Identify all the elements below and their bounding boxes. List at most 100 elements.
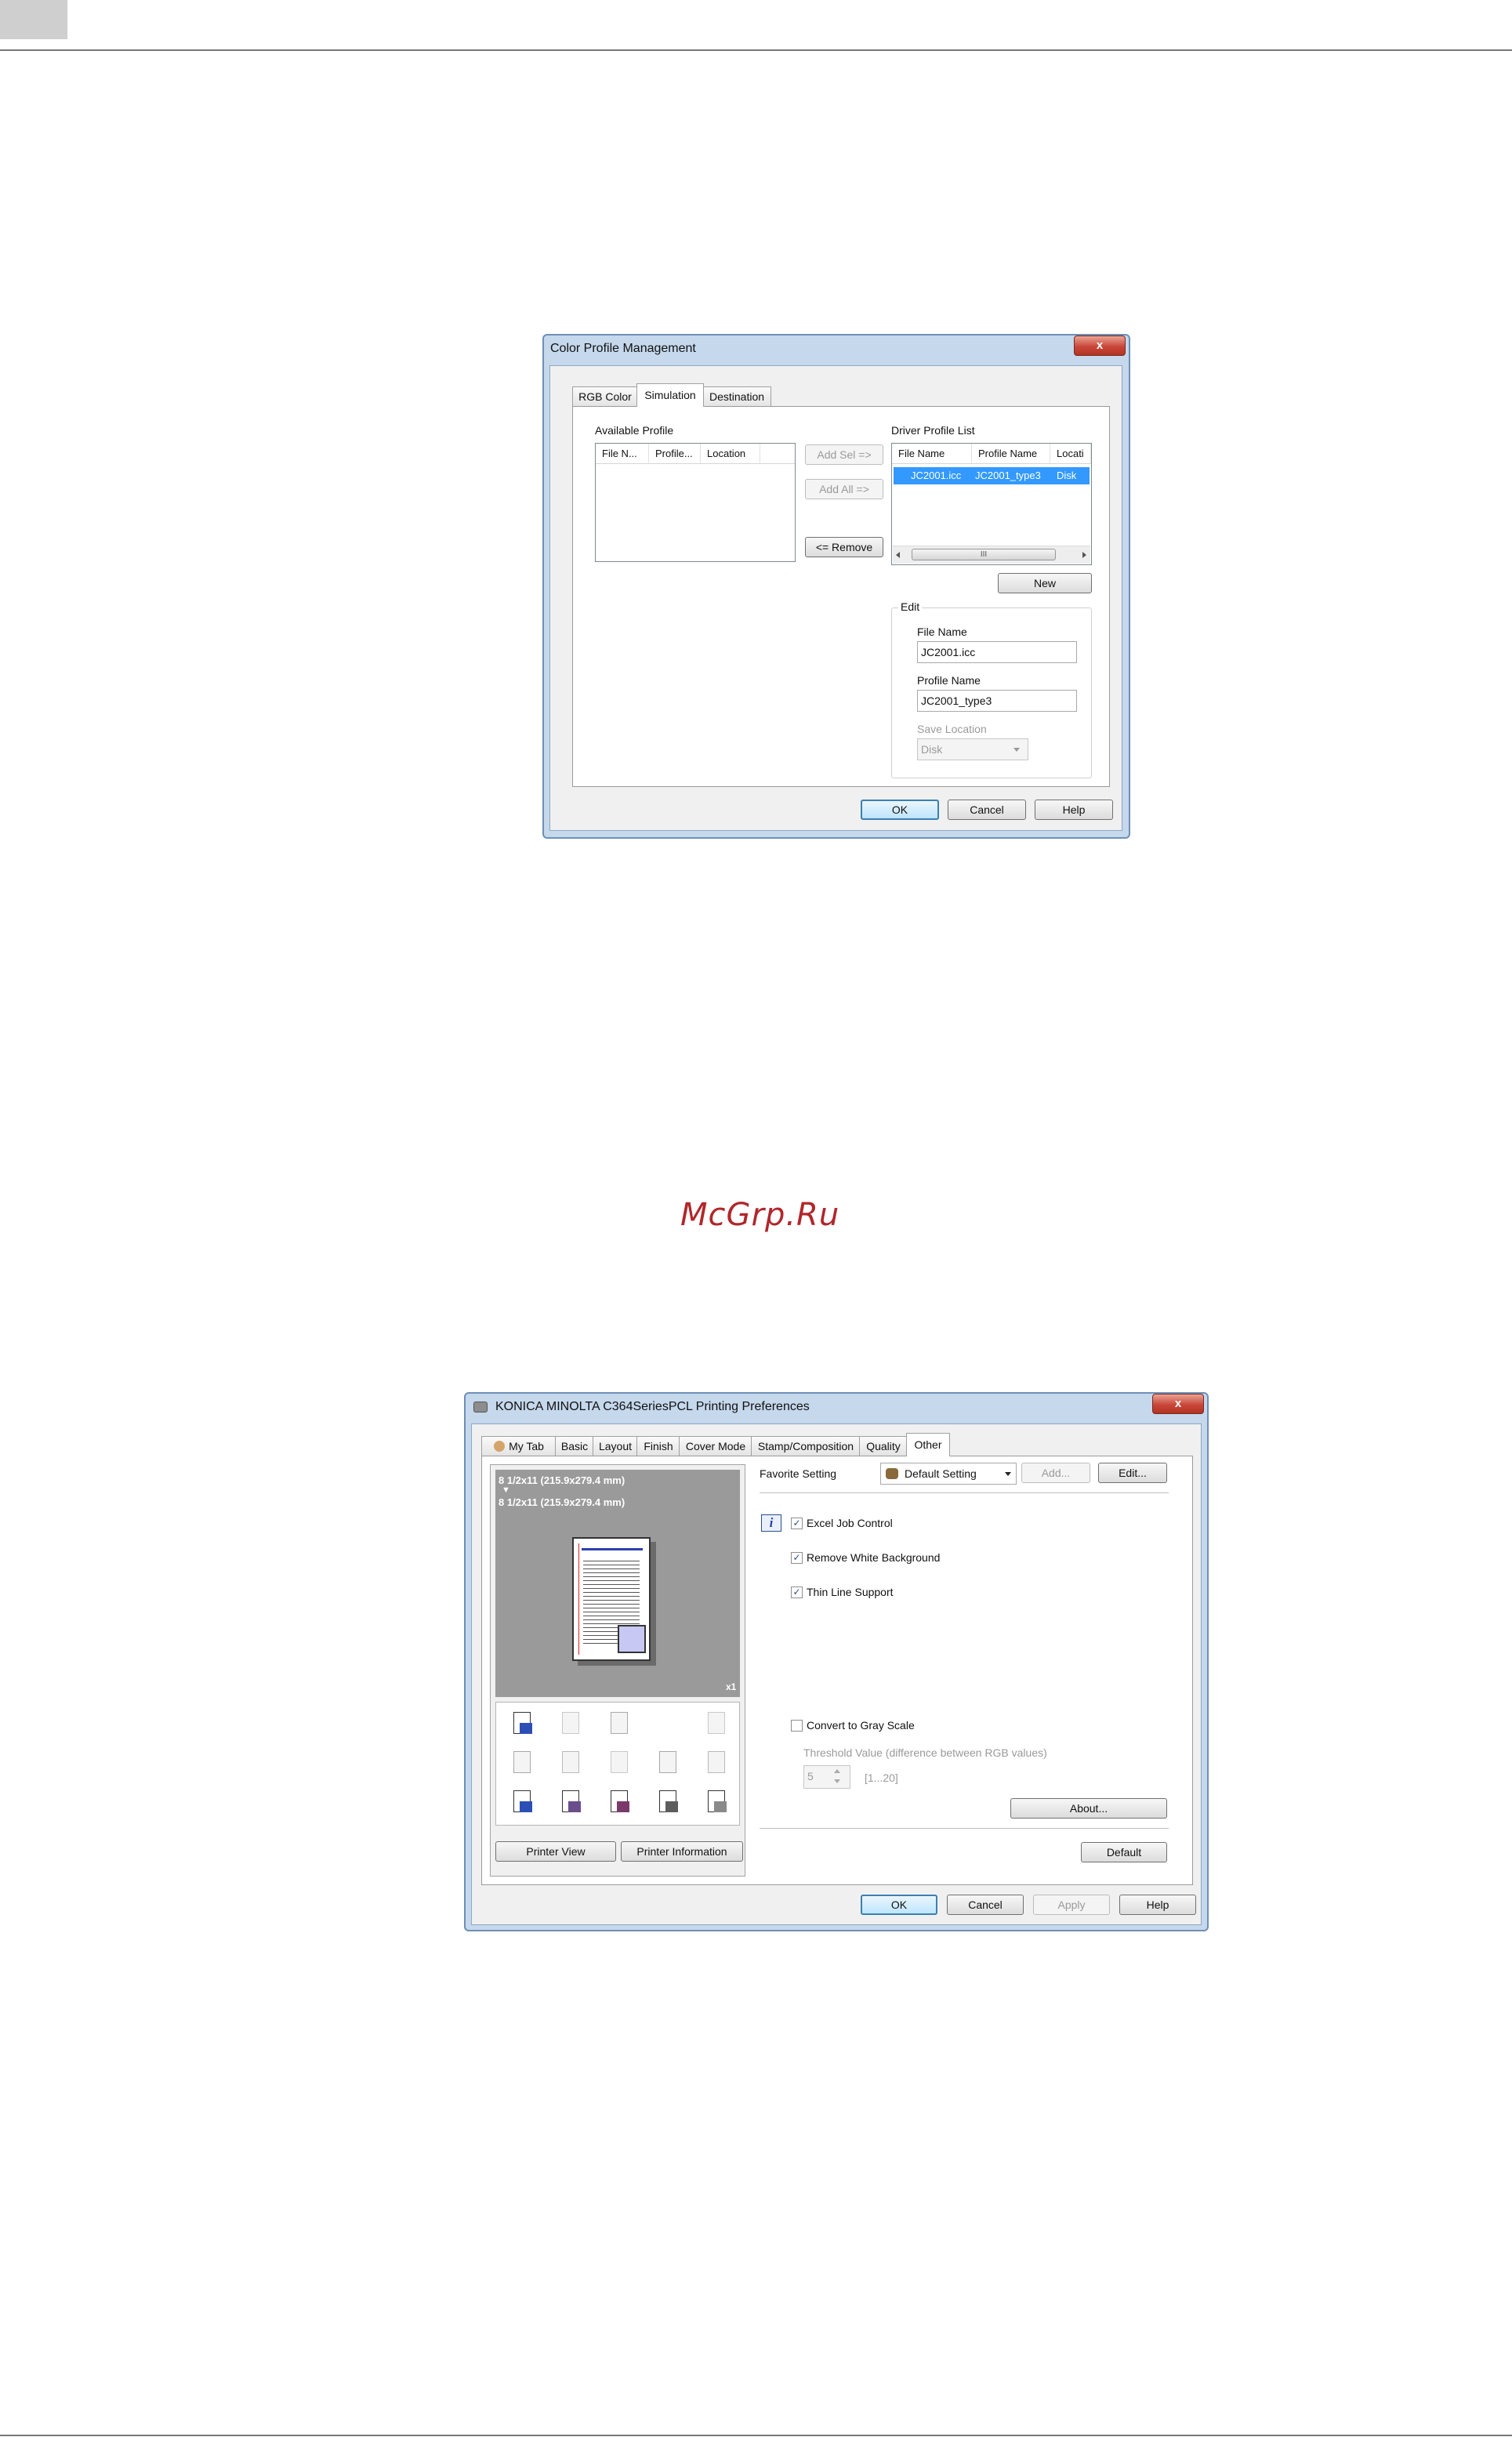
excel-job-control-label: Excel Job Control	[807, 1517, 893, 1529]
user-icon[interactable]	[556, 1787, 586, 1817]
info-icon[interactable]: i	[761, 1514, 781, 1532]
threshold-range: [1...20]	[865, 1772, 898, 1784]
about-button[interactable]: About...	[1010, 1798, 1167, 1819]
threshold-label: Threshold Value (difference between RGB …	[803, 1746, 1047, 1759]
column-file-name[interactable]: File N...	[596, 444, 649, 464]
file-name-field[interactable]: JC2001.icc	[917, 641, 1077, 663]
printer-view-button[interactable]: Printer View	[495, 1841, 616, 1862]
printer-icon	[473, 1402, 488, 1413]
new-button[interactable]: New	[998, 573, 1092, 593]
ok-button[interactable]: OK	[861, 1895, 937, 1915]
color-icon[interactable]	[507, 1787, 537, 1817]
edit-favorite-button[interactable]: Edit...	[1098, 1463, 1167, 1483]
bottom-separator	[760, 1828, 1169, 1829]
bottom-rule	[0, 2435, 1512, 2436]
column-location[interactable]: Locati	[1050, 444, 1091, 464]
excel-job-control-checkbox[interactable]: ✓	[791, 1518, 803, 1529]
multi-page-icon[interactable]	[556, 1748, 586, 1778]
printer-information-button[interactable]: Printer Information	[621, 1841, 743, 1862]
dialog-title: KONICA MINOLTA C364SeriesPCL Printing Pr…	[495, 1400, 810, 1413]
tab-rgb-color[interactable]: RGB Color	[572, 386, 638, 407]
paper-output-accent	[520, 1723, 532, 1734]
default-button[interactable]: Default	[1081, 1842, 1167, 1862]
preview-pane: 8 1/2x11 (215.9x279.4 mm) ▼ 8 1/2x11 (21…	[490, 1464, 745, 1877]
tab-basic[interactable]: Basic	[555, 1436, 594, 1456]
simulation-panel: Available Profile File N... Profile... L…	[572, 406, 1110, 787]
edit-groupbox: Edit File Name JC2001.icc Profile Name J…	[891, 600, 1092, 778]
tab-simulation[interactable]: Simulation	[636, 383, 704, 407]
profile-name-field[interactable]: JC2001_type3	[917, 690, 1077, 712]
account-accent	[617, 1801, 629, 1812]
remove-button[interactable]: <= Remove	[805, 537, 883, 557]
dialog-title: Color Profile Management	[550, 342, 696, 355]
favorite-people-icon	[886, 1468, 898, 1479]
save-location-select[interactable]: Disk	[917, 738, 1028, 760]
chevron-down-icon	[1013, 748, 1020, 752]
document-accent	[665, 1801, 678, 1812]
driver-profile-list-label: Driver Profile List	[891, 424, 975, 437]
text-page-glyph	[611, 1751, 628, 1773]
rotate-icon[interactable]	[702, 1709, 731, 1739]
column-profile-name[interactable]: Profile...	[649, 444, 701, 464]
scroll-left-icon[interactable]	[896, 552, 900, 558]
spin-down-icon[interactable]	[834, 1779, 840, 1783]
account-icon[interactable]	[604, 1787, 634, 1817]
document-icon[interactable]	[653, 1787, 683, 1817]
size-arrow-icon: ▼	[502, 1485, 510, 1495]
output-size-text: 8 1/2x11 (215.9x279.4 mm)	[499, 1496, 625, 1508]
favorite-setting-select[interactable]: Default Setting	[880, 1463, 1017, 1485]
spin-up-icon[interactable]	[834, 1769, 840, 1773]
scrollbar-thumb[interactable]: III	[912, 549, 1056, 560]
single-page-icon[interactable]	[653, 1748, 683, 1778]
page-preview	[572, 1537, 651, 1661]
rotate-glyph	[708, 1712, 725, 1734]
icon-grid	[499, 1707, 738, 1822]
save-location-value: Disk	[921, 743, 943, 756]
cancel-button[interactable]: Cancel	[948, 800, 1026, 820]
dialog-client-area: My Tab Basic Layout Finish Cover Mode St…	[471, 1423, 1202, 1925]
tray-icon[interactable]	[702, 1787, 731, 1817]
add-selected-button[interactable]: Add Sel =>	[805, 444, 883, 465]
thin-line-support-checkbox[interactable]: ✓	[791, 1587, 803, 1598]
close-button[interactable]: x	[1152, 1394, 1204, 1414]
available-profile-list[interactable]: File N... Profile... Location	[595, 443, 796, 562]
stack-icon[interactable]	[507, 1748, 537, 1778]
scroll-right-icon[interactable]	[1082, 552, 1086, 558]
driver-profile-list[interactable]: File Name Profile Name Locati JC2001.icc…	[891, 443, 1092, 565]
column-file-name[interactable]: File Name	[892, 444, 972, 464]
page-curl	[618, 1625, 646, 1653]
tab-cover-mode[interactable]: Cover Mode	[679, 1436, 752, 1456]
tab-layout[interactable]: Layout	[593, 1436, 638, 1456]
help-button[interactable]: Help	[1035, 800, 1113, 820]
apply-button[interactable]: Apply	[1033, 1895, 1110, 1915]
convert-gray-scale-checkbox[interactable]	[791, 1720, 803, 1732]
table-row[interactable]: JC2001.icc JC2001_type3 Disk	[894, 467, 1090, 484]
column-location[interactable]: Location	[701, 444, 760, 464]
printing-preferences-dialog: KONICA MINOLTA C364SeriesPCL Printing Pr…	[464, 1392, 1209, 1931]
horizontal-scrollbar[interactable]: III	[893, 546, 1090, 564]
favorite-setting-value: Default Setting	[905, 1467, 977, 1480]
help-button[interactable]: Help	[1119, 1895, 1196, 1915]
column-profile-name[interactable]: Profile Name	[972, 444, 1050, 464]
paper-output-icon[interactable]	[507, 1709, 537, 1739]
tab-quality[interactable]: Quality	[859, 1436, 908, 1456]
blank-icon[interactable]	[556, 1709, 586, 1739]
add-favorite-button[interactable]: Add...	[1021, 1463, 1090, 1483]
pages-icon[interactable]	[604, 1709, 634, 1739]
tab-destination[interactable]: Destination	[702, 386, 771, 407]
threshold-spinner[interactable]: 5	[803, 1765, 850, 1789]
tab-finish[interactable]: Finish	[636, 1436, 680, 1456]
tab-other[interactable]: Other	[906, 1433, 950, 1456]
file-name-label: File Name	[917, 626, 967, 638]
text-page-icon[interactable]	[604, 1748, 634, 1778]
watermark-icon[interactable]	[702, 1748, 731, 1778]
close-button[interactable]: x	[1074, 335, 1126, 356]
driver-profile-header: File Name Profile Name Locati	[892, 444, 1091, 464]
remove-white-background-checkbox[interactable]: ✓	[791, 1552, 803, 1564]
chevron-down-icon	[1005, 1472, 1011, 1476]
tab-stamp-composition[interactable]: Stamp/Composition	[751, 1436, 861, 1456]
cancel-button[interactable]: Cancel	[947, 1895, 1024, 1915]
ok-button[interactable]: OK	[861, 800, 939, 820]
tab-my-tab[interactable]: My Tab	[481, 1436, 557, 1456]
add-all-button[interactable]: Add All =>	[805, 479, 883, 499]
